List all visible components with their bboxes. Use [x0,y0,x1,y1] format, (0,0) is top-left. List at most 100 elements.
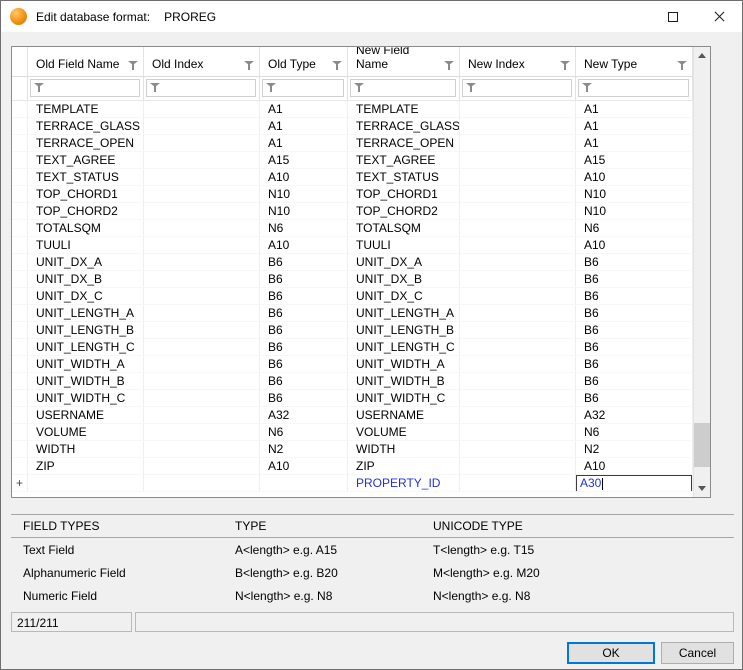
cell-new_type[interactable]: A1 [576,118,693,134]
grid-row[interactable]: UNIT_LENGTH_AB6UNIT_LENGTH_AB6 [12,305,693,322]
cell-new_index[interactable] [460,203,576,219]
cell-old_name[interactable]: TERRACE_GLASS [28,118,144,134]
cell-old_index[interactable] [144,135,260,151]
cell-new_index[interactable] [460,186,576,202]
cell-old_index[interactable] [144,356,260,372]
header-old_type[interactable]: Old Type [260,47,348,76]
cell-new_type[interactable]: N10 [576,203,693,219]
cell-old_name[interactable]: TOP_CHORD2 [28,203,144,219]
cell-new_type[interactable]: A10 [576,169,693,185]
cell-new_name[interactable]: UNIT_LENGTH_C [348,339,460,355]
cell-old_type[interactable]: A15 [260,152,348,168]
cell-new_type[interactable]: A32 [576,407,693,423]
cell-old_type[interactable]: N10 [260,203,348,219]
cell-old_type[interactable]: A10 [260,169,348,185]
cell-old_type[interactable]: N2 [260,441,348,457]
cell-old_index[interactable] [144,407,260,423]
cell-new_index[interactable] [460,271,576,287]
cell-old_type[interactable]: N10 [260,186,348,202]
header-filter-funnel-icon[interactable] [332,61,342,71]
scrollbar-thumb[interactable] [694,423,710,467]
cell-new_name[interactable]: USERNAME [348,407,460,423]
cell-old_name[interactable]: UNIT_DX_C [28,288,144,304]
cell-old_index[interactable] [144,152,260,168]
grid-row[interactable]: UNIT_LENGTH_CB6UNIT_LENGTH_CB6 [12,339,693,356]
cell-new_index[interactable] [460,322,576,338]
cell-old_name[interactable]: UNIT_LENGTH_A [28,305,144,321]
grid-row[interactable]: ZIPA10ZIPA10 [12,458,693,475]
close-button[interactable] [696,1,742,32]
cell-new_index[interactable] [460,373,576,389]
cell-old_type[interactable]: A1 [260,101,348,117]
cell-new_index[interactable] [460,424,576,440]
new-cell-new_name[interactable]: PROPERTY_ID [348,475,460,491]
new-type-editor[interactable]: A30 [576,475,692,491]
cell-new_name[interactable]: UNIT_DX_C [348,288,460,304]
cell-new_name[interactable]: ZIP [348,458,460,474]
cell-old_index[interactable] [144,254,260,270]
grid-row[interactable]: TOP_CHORD2N10TOP_CHORD2N10 [12,203,693,220]
cell-new_name[interactable]: UNIT_DX_B [348,271,460,287]
cell-old_type[interactable]: B6 [260,373,348,389]
cell-old_index[interactable] [144,322,260,338]
cell-old_index[interactable] [144,288,260,304]
cell-old_index[interactable] [144,186,260,202]
grid-row[interactable]: VOLUMEN6VOLUMEN6 [12,424,693,441]
cell-new_type[interactable]: A1 [576,101,693,117]
cell-old_name[interactable]: TOTALSQM [28,220,144,236]
cell-new_name[interactable]: TOP_CHORD1 [348,186,460,202]
cell-new_type[interactable]: B6 [576,288,693,304]
filter-input-new_type[interactable] [578,79,689,97]
cell-new_type[interactable]: A10 [576,458,693,474]
cancel-button[interactable]: Cancel [661,642,734,664]
new-cell-old_index[interactable] [144,475,260,491]
cell-old_name[interactable]: UNIT_WIDTH_C [28,390,144,406]
cell-new_name[interactable]: VOLUME [348,424,460,440]
cell-new_name[interactable]: WIDTH [348,441,460,457]
cell-old_name[interactable]: USERNAME [28,407,144,423]
grid-row[interactable]: UNIT_DX_BB6UNIT_DX_BB6 [12,271,693,288]
cell-old_index[interactable] [144,203,260,219]
cell-old_type[interactable]: B6 [260,305,348,321]
grid-row[interactable]: TERRACE_GLASSA1TERRACE_GLASSA1 [12,118,693,135]
cell-old_name[interactable]: TEXT_STATUS [28,169,144,185]
cell-new_type[interactable]: N2 [576,441,693,457]
cell-new_index[interactable] [460,339,576,355]
filter-input-old_index[interactable] [146,79,256,97]
cell-old_index[interactable] [144,441,260,457]
cell-new_type[interactable]: N10 [576,186,693,202]
cell-new_index[interactable] [460,118,576,134]
header-filter-funnel-icon[interactable] [444,61,454,71]
new-cell-new_type[interactable]: A30 [576,475,693,491]
cell-old_type[interactable]: A1 [260,118,348,134]
cell-new_name[interactable]: UNIT_DX_A [348,254,460,270]
header-filter-funnel-icon[interactable] [677,61,687,71]
cell-new_name[interactable]: TUULI [348,237,460,253]
header-filter-funnel-icon[interactable] [560,61,570,71]
cell-old_type[interactable]: N6 [260,424,348,440]
header-new_type[interactable]: New Type [576,47,693,76]
cell-new_name[interactable]: UNIT_WIDTH_B [348,373,460,389]
grid-row[interactable]: TUULIA10TUULIA10 [12,237,693,254]
cell-old_name[interactable]: UNIT_DX_A [28,254,144,270]
filter-funnel-icon[interactable] [466,83,476,93]
grid-row[interactable]: WIDTHN2WIDTHN2 [12,441,693,458]
header-filter-funnel-icon[interactable] [244,61,254,71]
cell-new_index[interactable] [460,390,576,406]
cell-old_name[interactable]: UNIT_WIDTH_B [28,373,144,389]
new-cell-old_type[interactable] [260,475,348,491]
cell-old_type[interactable]: B6 [260,271,348,287]
cell-old_type[interactable]: A32 [260,407,348,423]
filter-funnel-icon[interactable] [582,83,592,93]
cell-new_name[interactable]: TERRACE_OPEN [348,135,460,151]
grid-row[interactable]: UNIT_LENGTH_BB6UNIT_LENGTH_BB6 [12,322,693,339]
cell-new_type[interactable]: A1 [576,135,693,151]
filter-input-new_index[interactable] [462,79,572,97]
cell-new_type[interactable]: N6 [576,424,693,440]
grid-row[interactable]: UNIT_WIDTH_AB6UNIT_WIDTH_AB6 [12,356,693,373]
cell-new_type[interactable]: B6 [576,305,693,321]
cell-new_name[interactable]: TERRACE_GLASS [348,118,460,134]
cell-new_type[interactable]: A15 [576,152,693,168]
cell-old_name[interactable]: TEXT_AGREE [28,152,144,168]
header-new_name[interactable]: New Field Name [348,47,460,76]
